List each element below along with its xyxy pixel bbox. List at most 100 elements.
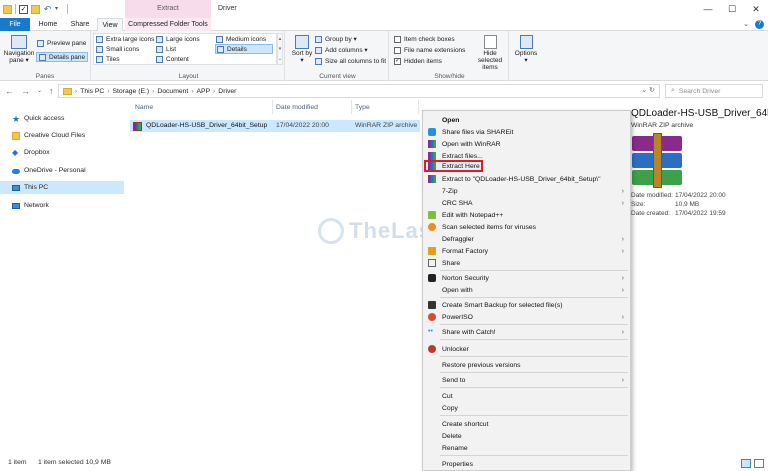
layout-extra-large-icons[interactable]: Extra large icons [96,34,154,44]
group-by-button[interactable]: Group by ▾ [315,34,357,44]
tab-compressed-folder-tools[interactable]: Compressed Folder Tools [125,18,211,31]
chevron-right-icon[interactable]: › [152,88,154,95]
chevron-down-icon[interactable]: ▾ [55,5,64,14]
close-button[interactable]: ✕ [744,0,768,18]
breadcrumb-driver[interactable]: Driver [218,88,236,95]
chevron-down-icon[interactable]: ⌄ [37,85,42,97]
minimize-button[interactable]: — [696,0,720,18]
layout-small-icons[interactable]: Small icons [96,44,139,54]
layout-details[interactable]: Details [215,44,273,54]
column-divider[interactable] [351,100,352,114]
menu-item-open[interactable]: Open [425,114,628,126]
menu-item-send-to[interactable]: Send to › [425,374,628,386]
size-columns-button[interactable]: Size all columns to fit [315,56,386,66]
menu-item-shareit[interactable]: Share files via SHAREit [425,126,628,138]
sidebar-item-network[interactable]: Network [0,199,124,212]
tab-file[interactable]: File [0,18,30,31]
menu-item-rename[interactable]: Rename [425,442,628,454]
menu-item-create-shortcut[interactable]: Create shortcut [425,418,628,430]
sidebar-item-creative-cloud[interactable]: Creative Cloud Files [0,129,124,142]
group-by-label: Group by ▾ [325,36,357,43]
menu-item-delete[interactable]: Delete [425,430,628,442]
menu-item-unlocker[interactable]: Unlocker [425,343,628,355]
sidebar-item-dropbox[interactable]: ◆ Dropbox [0,146,124,159]
chevron-right-icon[interactable]: › [75,88,77,95]
search-input[interactable]: ⌕ Search Driver [665,84,763,98]
menu-item-7zip[interactable]: 7-Zip › [425,185,628,197]
column-header-name[interactable]: Name [135,104,153,115]
item-check-boxes-toggle[interactable]: Item check boxes [394,34,455,44]
maximize-button[interactable]: ☐ [720,0,744,18]
checkbox-checked[interactable]: ✓ [394,57,401,65]
chevron-right-icon[interactable]: › [213,88,215,95]
large-icons-view-icon[interactable] [754,459,764,468]
column-divider[interactable] [418,100,419,114]
layout-medium-icons[interactable]: Medium icons [216,34,266,44]
column-divider[interactable] [272,100,273,114]
column-header-type[interactable]: Type [355,104,370,115]
file-row[interactable]: QDLoader-HS-USB_Driver_64bit_Setup 17/04… [130,120,420,132]
breadcrumb-document[interactable]: Document [157,88,188,95]
sort-by-button[interactable]: Sort by ▾ [291,35,313,64]
refresh-icon[interactable]: ⌄ ↻ [641,86,655,94]
menu-item-extract-to[interactable]: Extract to "QDLoader-HS-USB_Driver_64bit… [425,173,628,185]
checkbox[interactable] [394,46,401,54]
layout-group: Extra large icons Large icons Medium ico… [93,31,285,81]
properties-icon[interactable]: ✓ [19,4,28,14]
checkbox[interactable] [394,35,401,43]
chevron-down-icon[interactable]: ⌄ [743,19,749,30]
undo-icon[interactable]: ↶ [43,4,52,14]
menu-item-open-winrar[interactable]: Open with WinRAR [425,138,628,150]
options-button[interactable]: Options ▾ [513,35,539,64]
details-view-icon[interactable] [741,459,751,468]
layout-large-icons[interactable]: Large icons [156,34,200,44]
sidebar-item-quick-access[interactable]: ★ Quick access [0,112,124,125]
hide-selected-items-button[interactable]: Hide selected items [473,35,507,71]
menu-item-open-with[interactable]: Open with › [425,284,628,296]
menu-item-copy[interactable]: Copy [425,402,628,414]
tab-view[interactable]: View [97,18,123,32]
menu-item-share[interactable]: Share [425,257,628,269]
menu-item-scan-viruses[interactable]: Scan selected items for viruses [425,221,628,233]
preview-pane-button[interactable]: Preview pane [37,38,86,48]
file-name-extensions-toggle[interactable]: File name extensions [394,45,465,55]
menu-item-restore-versions[interactable]: Restore previous versions [425,359,628,371]
navigation-pane-button[interactable]: Navigation pane ▾ [3,35,35,64]
forward-arrow-icon[interactable]: → [21,85,30,97]
menu-item-properties[interactable]: Properties [425,458,628,470]
sidebar-item-this-pc[interactable]: This PC [0,181,124,194]
address-input[interactable]: › This PC › Storage (E:) › Document › AP… [58,84,660,98]
help-icon[interactable]: ? [755,20,764,29]
layout-tiles[interactable]: Tiles [96,54,119,64]
tab-home[interactable]: Home [33,18,63,31]
add-columns-button[interactable]: Add columns ▾ [315,45,368,55]
menu-item-poweriso[interactable]: PowerISO › [425,311,628,323]
menu-item-catch[interactable]: •• Share with Catch! › [425,326,628,338]
chevron-right-icon[interactable]: › [191,88,193,95]
hidden-items-toggle[interactable]: ✓ Hidden items [394,56,442,66]
menu-item-notepadpp[interactable]: Edit with Notepad++ [425,209,628,221]
breadcrumb-app[interactable]: APP [197,88,211,95]
menu-item-extract-here[interactable]: Extract Here [424,160,483,172]
sidebar-item-onedrive[interactable]: OneDrive - Personal [0,164,124,177]
menu-item-cut[interactable]: Cut [425,390,628,402]
layout-content[interactable]: Content [156,54,189,64]
chevron-right-icon[interactable]: › [107,88,109,95]
title-bar: ✓ ↶ ▾ Extract Driver — ☐ ✕ [0,0,768,18]
new-folder-icon[interactable] [31,4,40,14]
menu-item-crc-sha[interactable]: CRC SHA › [425,197,628,209]
layout-scroll[interactable]: ▴ ▾ ⌄ [277,33,283,65]
details-pane-button[interactable]: Details pane [36,52,89,62]
up-arrow-icon[interactable]: ↑ [49,85,54,97]
back-arrow-icon[interactable]: ← [5,85,14,97]
menu-item-norton[interactable]: Norton Security › [425,272,628,284]
breadcrumb-storage[interactable]: Storage (E:) [113,88,150,95]
menu-item-smart-backup[interactable]: Create Smart Backup for selected file(s) [425,299,628,311]
column-header-date[interactable]: Date modified [276,104,318,115]
tab-share[interactable]: Share [66,18,94,31]
menu-item-format-factory[interactable]: Format Factory › [425,245,628,257]
sidebar-item-label: Network [24,202,49,209]
layout-list[interactable]: List [156,44,176,54]
breadcrumb-this-pc[interactable]: This PC [80,88,104,95]
menu-item-defraggler[interactable]: Defraggler › [425,233,628,245]
